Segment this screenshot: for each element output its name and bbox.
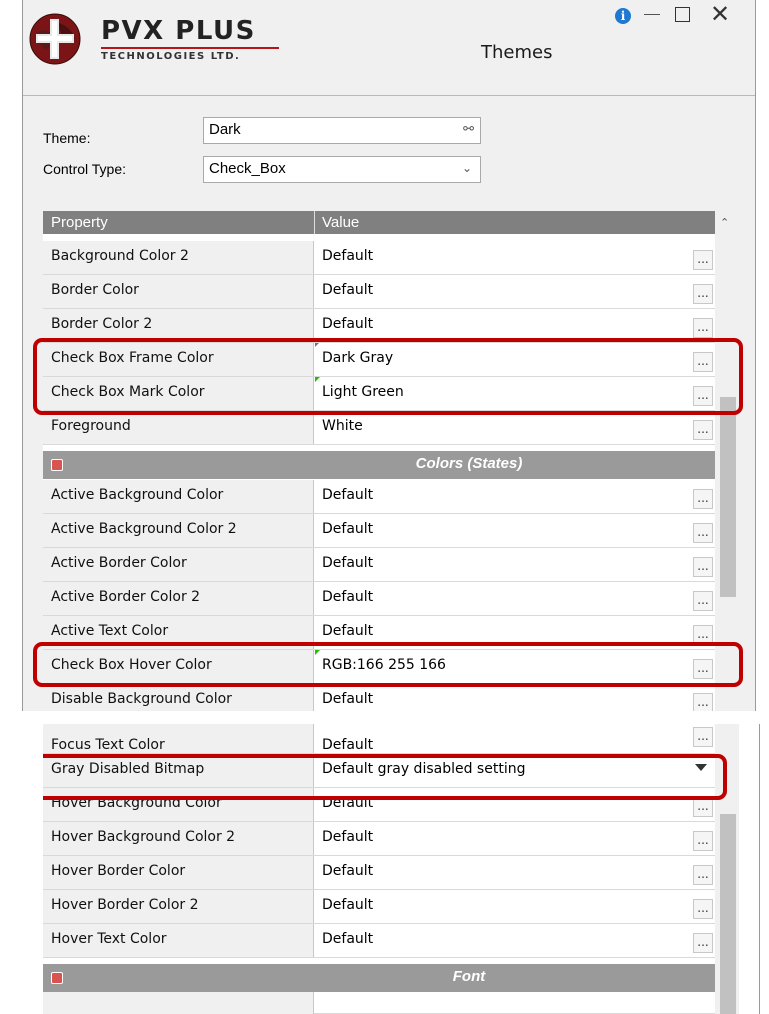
brand-rule [101, 47, 279, 49]
property-name: Active Background Color 2 [43, 514, 314, 547]
property-value: Default [322, 691, 374, 707]
property-grid: Property Value Background Color 2 Default… [43, 211, 739, 711]
property-value: Default [322, 555, 374, 571]
ellipsis-button[interactable]: ... [693, 899, 713, 919]
grid-row[interactable]: Border Color Default... [43, 275, 715, 309]
grid-row[interactable]: Active Border Color 2 Default... [43, 582, 715, 616]
grid-row[interactable]: Active Background Color 2 Default... [43, 514, 715, 548]
brand: PVX PLUS TECHNOLOGIES LTD. [101, 16, 279, 62]
info-icon[interactable]: i [615, 8, 631, 24]
grid-row[interactable] [43, 992, 715, 1014]
property-grid-continued: Focus Text Color Default... Gray Disabled… [43, 724, 760, 1014]
ellipsis-button[interactable]: ... [693, 318, 713, 338]
property-value: Default [322, 589, 374, 605]
title-bar: PVX PLUS TECHNOLOGIES LTD. Themes i ✕ [23, 0, 755, 96]
property-name: Disable Background Color [43, 684, 314, 711]
minimize-icon[interactable] [644, 14, 660, 15]
section-title: Font [452, 968, 486, 985]
theme-label: Theme: [43, 130, 91, 146]
property-value: Default [322, 316, 374, 332]
property-name: Active Border Color [43, 548, 314, 581]
ellipsis-button[interactable]: ... [693, 933, 713, 953]
property-name: Hover Background Color 2 [43, 822, 314, 855]
control-type-select[interactable]: Check_Box ⌄ [203, 156, 481, 183]
ellipsis-button[interactable]: ... [693, 284, 713, 304]
section-colors-states[interactable]: Colors (States) [43, 451, 715, 479]
theme-value: Dark [209, 121, 241, 138]
property-name: Hover Border Color 2 [43, 890, 314, 923]
property-name: Background Color 2 [43, 241, 314, 274]
property-value: Default [322, 931, 374, 947]
chevron-down-icon: ⌄ [461, 161, 472, 175]
binoculars-icon[interactable]: ⚯ [463, 121, 474, 137]
property-name [43, 992, 314, 1014]
property-value: Default [322, 248, 374, 264]
grid-header: Property Value [43, 211, 715, 234]
ellipsis-button[interactable]: ... [693, 557, 713, 577]
property-name: Active Border Color 2 [43, 582, 314, 615]
grid-row[interactable]: Hover Border Color 2 Default... [43, 890, 715, 924]
grid-row[interactable]: Foreground White... [43, 411, 715, 445]
ellipsis-button[interactable]: ... [693, 831, 713, 851]
grid-row[interactable]: Background Color 2 Default... [43, 241, 715, 275]
maximize-icon[interactable] [675, 7, 690, 22]
property-name: Border Color [43, 275, 314, 308]
grid-row[interactable]: Hover Background Color 2 Default... [43, 822, 715, 856]
property-value: Default [322, 623, 374, 639]
column-header-value: Value [322, 214, 360, 231]
grid-row[interactable]: Hover Border Color Default... [43, 856, 715, 890]
grid-row[interactable]: Focus Text Color Default... [43, 724, 715, 754]
scrollbar-thumb[interactable] [720, 397, 736, 597]
ellipsis-button[interactable]: ... [693, 797, 713, 817]
property-value: Default [322, 737, 374, 753]
app-logo-icon [29, 13, 81, 65]
ellipsis-button[interactable]: ... [693, 693, 713, 711]
property-name: Hover Text Color [43, 924, 314, 957]
vertical-scrollbar[interactable]: ⌃ [715, 211, 739, 711]
close-icon[interactable]: ✕ [710, 2, 730, 26]
property-value: Default [322, 829, 374, 845]
property-value: Default [322, 521, 374, 537]
property-name: Foreground [43, 411, 314, 444]
property-value: Default [322, 282, 374, 298]
property-name: Active Background Color [43, 480, 314, 513]
grid-row[interactable]: Disable Background Color Default... [43, 684, 715, 711]
ellipsis-button[interactable]: ... [693, 591, 713, 611]
ellipsis-button[interactable]: ... [693, 420, 713, 440]
property-value: Default [322, 863, 374, 879]
property-value: Default [322, 897, 374, 913]
ellipsis-button[interactable]: ... [693, 523, 713, 543]
highlight-box [33, 338, 743, 415]
property-value: Default [322, 487, 374, 503]
scrollbar-thumb[interactable] [720, 814, 736, 1014]
property-value: White [322, 418, 363, 434]
section-title: Colors (States) [415, 455, 523, 472]
window-title: Themes [481, 42, 553, 63]
section-font[interactable]: Font [43, 964, 715, 992]
grid-row[interactable]: Active Background Color Default... [43, 480, 715, 514]
highlight-box [33, 642, 743, 687]
highlight-box [43, 754, 727, 800]
property-name: Hover Border Color [43, 856, 314, 889]
brand-name: PVX PLUS [101, 16, 256, 46]
ellipsis-button[interactable]: ... [693, 489, 713, 509]
ellipsis-button[interactable]: ... [693, 250, 713, 270]
property-name: Focus Text Color [43, 724, 314, 753]
grid-row[interactable]: Active Border Color Default... [43, 548, 715, 582]
ellipsis-button[interactable]: ... [693, 727, 713, 747]
control-type-value: Check_Box [209, 160, 286, 177]
control-type-label: Control Type: [43, 161, 127, 177]
column-header-property: Property [51, 214, 108, 231]
theme-input[interactable]: Dark ⚯ [203, 117, 481, 144]
scroll-up-icon[interactable]: ⌃ [720, 216, 729, 229]
grid-row[interactable]: Hover Text Color Default... [43, 924, 715, 958]
themes-window: PVX PLUS TECHNOLOGIES LTD. Themes i ✕ Th… [22, 0, 756, 711]
brand-subtitle: TECHNOLOGIES LTD. [101, 51, 241, 62]
ellipsis-button[interactable]: ... [693, 865, 713, 885]
